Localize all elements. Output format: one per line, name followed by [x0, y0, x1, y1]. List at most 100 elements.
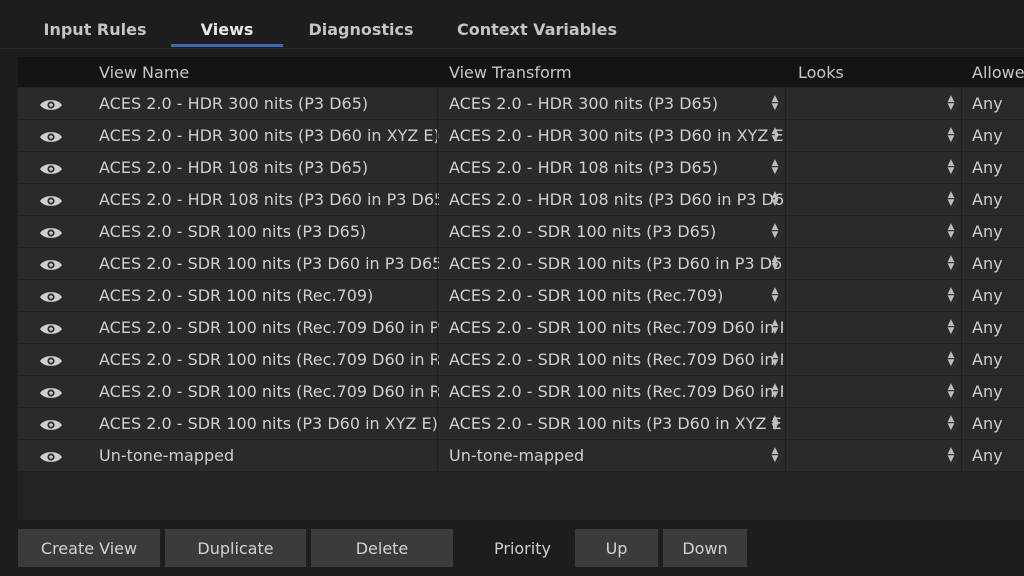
- view-name-cell[interactable]: ACES 2.0 - SDR 100 nits (Rec.709 D60 in …: [99, 344, 439, 375]
- eye-icon[interactable]: [39, 449, 63, 463]
- view-name-cell[interactable]: Un-tone-mapped: [99, 440, 439, 471]
- up-down-arrows-icon[interactable]: ▲ ▼: [946, 319, 956, 336]
- view-transform-select[interactable]: ACES 2.0 - SDR 100 nits (P3 D60 in P3 D6…: [449, 248, 783, 279]
- allowed-cell[interactable]: Any: [972, 88, 1024, 119]
- tab-input-rules[interactable]: Input Rules: [40, 0, 150, 47]
- table-row[interactable]: ACES 2.0 - SDR 100 nits (Rec.709) ACES 2.…: [18, 280, 1024, 312]
- up-down-arrows-icon[interactable]: ▲ ▼: [946, 351, 956, 368]
- allowed-cell[interactable]: Any: [972, 248, 1024, 279]
- up-down-arrows-icon[interactable]: ▲ ▼: [946, 287, 956, 304]
- view-transform-select[interactable]: ACES 2.0 - HDR 108 nits (P3 D65): [449, 152, 783, 183]
- view-transform-select[interactable]: ACES 2.0 - SDR 100 nits (Rec.709 D60 in …: [449, 312, 783, 343]
- view-transform-select[interactable]: ACES 2.0 - HDR 300 nits (P3 D65): [449, 88, 783, 119]
- column-header-view-name[interactable]: View Name: [99, 57, 439, 87]
- view-transform-select[interactable]: Un-tone-mapped: [449, 440, 783, 471]
- up-down-arrows-icon[interactable]: ▲ ▼: [946, 95, 956, 112]
- looks-select[interactable]: [798, 88, 938, 119]
- allowed-cell[interactable]: Any: [972, 120, 1024, 151]
- delete-button[interactable]: Delete: [311, 529, 453, 567]
- allowed-cell[interactable]: Any: [972, 152, 1024, 183]
- tab-diagnostics[interactable]: Diagnostics: [300, 0, 422, 47]
- table-row[interactable]: Un-tone-mapped Un-tone-mapped ▲ ▼ ▲ ▼ Any: [18, 440, 1024, 472]
- up-down-arrows-icon[interactable]: ▲ ▼: [946, 159, 956, 176]
- up-down-arrows-icon[interactable]: ▲ ▼: [946, 255, 956, 272]
- eye-icon[interactable]: [39, 257, 63, 271]
- allowed-cell[interactable]: Any: [972, 344, 1024, 375]
- table-row[interactable]: ACES 2.0 - SDR 100 nits (P3 D65) ACES 2.0…: [18, 216, 1024, 248]
- up-down-arrows-icon[interactable]: ▲ ▼: [770, 127, 780, 144]
- eye-icon[interactable]: [39, 225, 63, 239]
- allowed-cell[interactable]: Any: [972, 408, 1024, 439]
- tab-context-variables[interactable]: Context Variables: [452, 0, 622, 47]
- view-transform-select[interactable]: ACES 2.0 - HDR 300 nits (P3 D60 in XYZ E…: [449, 120, 783, 151]
- looks-select[interactable]: [798, 216, 938, 247]
- tab-views[interactable]: Views: [171, 0, 283, 47]
- up-down-arrows-icon[interactable]: ▲ ▼: [946, 127, 956, 144]
- view-name-cell[interactable]: ACES 2.0 - SDR 100 nits (P3 D65): [99, 216, 439, 247]
- looks-select[interactable]: [798, 408, 938, 439]
- table-row[interactable]: ACES 2.0 - SDR 100 nits (Rec.709 D60 in …: [18, 312, 1024, 344]
- priority-up-button[interactable]: Up: [575, 529, 658, 567]
- view-transform-select[interactable]: ACES 2.0 - SDR 100 nits (P3 D60 in XYZ E…: [449, 408, 783, 439]
- column-header-view-transform[interactable]: View Transform: [449, 57, 779, 87]
- eye-icon[interactable]: [39, 129, 63, 143]
- priority-down-button[interactable]: Down: [663, 529, 747, 567]
- allowed-cell[interactable]: Any: [972, 376, 1024, 407]
- allowed-cell[interactable]: Any: [972, 312, 1024, 343]
- view-name-cell[interactable]: ACES 2.0 - HDR 108 nits (P3 D60 in P3 D6…: [99, 184, 439, 215]
- eye-icon[interactable]: [39, 97, 63, 111]
- up-down-arrows-icon[interactable]: ▲ ▼: [946, 223, 956, 240]
- allowed-cell[interactable]: Any: [972, 184, 1024, 215]
- table-row[interactable]: ACES 2.0 - SDR 100 nits (P3 D60 in P3 D6…: [18, 248, 1024, 280]
- looks-select[interactable]: [798, 120, 938, 151]
- up-down-arrows-icon[interactable]: ▲ ▼: [770, 287, 780, 304]
- view-name-cell[interactable]: ACES 2.0 - SDR 100 nits (Rec.709 D60 in …: [99, 376, 439, 407]
- table-row[interactable]: ACES 2.0 - SDR 100 nits (Rec.709 D60 in …: [18, 376, 1024, 408]
- table-row[interactable]: ACES 2.0 - HDR 108 nits (P3 D65) ACES 2.0…: [18, 152, 1024, 184]
- view-name-cell[interactable]: ACES 2.0 - SDR 100 nits (Rec.709): [99, 280, 439, 311]
- looks-select[interactable]: [798, 440, 938, 471]
- table-row[interactable]: ACES 2.0 - HDR 300 nits (P3 D60 in XYZ E…: [18, 120, 1024, 152]
- eye-icon[interactable]: [39, 353, 63, 367]
- up-down-arrows-icon[interactable]: ▲ ▼: [770, 383, 780, 400]
- view-transform-select[interactable]: ACES 2.0 - SDR 100 nits (P3 D65): [449, 216, 783, 247]
- up-down-arrows-icon[interactable]: ▲ ▼: [770, 319, 780, 336]
- eye-icon[interactable]: [39, 289, 63, 303]
- view-transform-select[interactable]: ACES 2.0 - HDR 108 nits (P3 D60 in P3 D6…: [449, 184, 783, 215]
- create-view-button[interactable]: Create View: [18, 529, 160, 567]
- table-row[interactable]: ACES 2.0 - SDR 100 nits (Rec.709 D60 in …: [18, 344, 1024, 376]
- view-name-cell[interactable]: ACES 2.0 - SDR 100 nits (P3 D60 in P3 D6…: [99, 248, 439, 279]
- looks-select[interactable]: [798, 376, 938, 407]
- table-row[interactable]: ACES 2.0 - HDR 300 nits (P3 D65) ACES 2.0…: [18, 88, 1024, 120]
- view-name-cell[interactable]: ACES 2.0 - HDR 300 nits (P3 D60 in XYZ E…: [99, 120, 439, 151]
- looks-select[interactable]: [798, 312, 938, 343]
- up-down-arrows-icon[interactable]: ▲ ▼: [770, 415, 780, 432]
- column-header-looks[interactable]: Looks: [798, 57, 948, 87]
- view-transform-select[interactable]: ACES 2.0 - SDR 100 nits (Rec.709): [449, 280, 783, 311]
- up-down-arrows-icon[interactable]: ▲ ▼: [770, 191, 780, 208]
- up-down-arrows-icon[interactable]: ▲ ▼: [946, 447, 956, 464]
- view-name-cell[interactable]: ACES 2.0 - HDR 300 nits (P3 D65): [99, 88, 439, 119]
- eye-icon[interactable]: [39, 321, 63, 335]
- column-header-allowed[interactable]: Allowed: [972, 57, 1024, 87]
- view-name-cell[interactable]: ACES 2.0 - SDR 100 nits (P3 D60 in XYZ E…: [99, 408, 439, 439]
- looks-select[interactable]: [798, 184, 938, 215]
- up-down-arrows-icon[interactable]: ▲ ▼: [946, 191, 956, 208]
- up-down-arrows-icon[interactable]: ▲ ▼: [770, 447, 780, 464]
- looks-select[interactable]: [798, 344, 938, 375]
- eye-icon[interactable]: [39, 161, 63, 175]
- eye-icon[interactable]: [39, 385, 63, 399]
- eye-icon[interactable]: [39, 193, 63, 207]
- looks-select[interactable]: [798, 248, 938, 279]
- up-down-arrows-icon[interactable]: ▲ ▼: [770, 255, 780, 272]
- up-down-arrows-icon[interactable]: ▲ ▼: [946, 383, 956, 400]
- up-down-arrows-icon[interactable]: ▲ ▼: [770, 223, 780, 240]
- looks-select[interactable]: [798, 280, 938, 311]
- view-transform-select[interactable]: ACES 2.0 - SDR 100 nits (Rec.709 D60 in …: [449, 344, 783, 375]
- view-name-cell[interactable]: ACES 2.0 - HDR 108 nits (P3 D65): [99, 152, 439, 183]
- view-name-cell[interactable]: ACES 2.0 - SDR 100 nits (Rec.709 D60 in …: [99, 312, 439, 343]
- view-transform-select[interactable]: ACES 2.0 - SDR 100 nits (Rec.709 D60 in …: [449, 376, 783, 407]
- table-row[interactable]: ACES 2.0 - SDR 100 nits (P3 D60 in XYZ E…: [18, 408, 1024, 440]
- allowed-cell[interactable]: Any: [972, 440, 1024, 471]
- up-down-arrows-icon[interactable]: ▲ ▼: [770, 351, 780, 368]
